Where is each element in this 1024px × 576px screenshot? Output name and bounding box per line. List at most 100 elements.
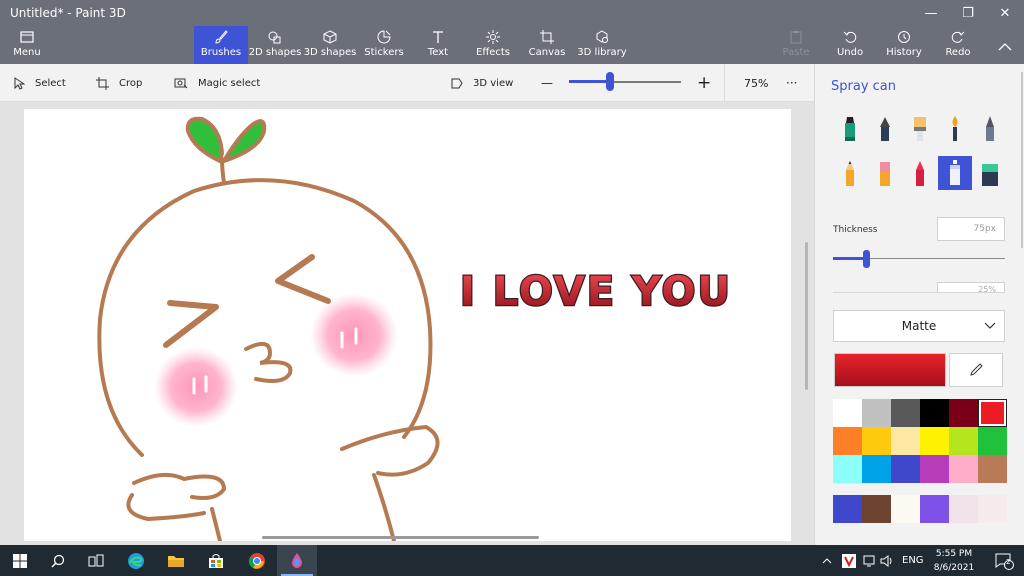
palette-swatch[interactable] bbox=[833, 455, 862, 483]
zoom-level[interactable]: 75% bbox=[744, 64, 768, 102]
volume-tray-button[interactable] bbox=[880, 545, 894, 576]
horizontal-scrollbar[interactable] bbox=[262, 536, 539, 539]
spray-can-button[interactable] bbox=[938, 156, 972, 190]
antivirus-tray-button[interactable] bbox=[842, 545, 856, 576]
show-hidden-icons-button[interactable] bbox=[822, 545, 832, 576]
blush-right bbox=[310, 293, 398, 377]
tab-text[interactable]: Text bbox=[418, 26, 458, 64]
search-button[interactable] bbox=[38, 545, 78, 576]
custom-color-swatch[interactable] bbox=[978, 495, 1007, 523]
history-button[interactable]: History bbox=[884, 26, 924, 64]
clock[interactable]: 5:55 PM 8/6/2021 bbox=[926, 547, 982, 575]
3d-view-label: 3D view bbox=[473, 77, 514, 89]
tab-text-label: Text bbox=[427, 47, 449, 58]
task-view-button[interactable] bbox=[76, 545, 116, 576]
palette-swatch[interactable] bbox=[862, 399, 891, 427]
tab-2d-shapes[interactable]: 2D shapes bbox=[249, 26, 301, 64]
undo-icon bbox=[843, 28, 857, 46]
tab-stickers[interactable]: Stickers bbox=[362, 26, 406, 64]
palette-swatch[interactable] bbox=[862, 455, 891, 483]
edge-taskbar-button[interactable] bbox=[116, 545, 156, 576]
crop-tool[interactable]: Crop bbox=[96, 64, 142, 102]
paste-button[interactable]: Paste bbox=[778, 26, 814, 64]
palette-swatch[interactable] bbox=[949, 455, 978, 483]
palette-swatch[interactable] bbox=[920, 399, 949, 427]
fill-bucket-icon bbox=[982, 164, 998, 186]
panel-scrollbar[interactable] bbox=[1021, 72, 1023, 248]
thickness-input[interactable]: 75px bbox=[937, 217, 1005, 241]
file-explorer-taskbar-button[interactable] bbox=[156, 545, 196, 576]
palette-swatch[interactable] bbox=[862, 427, 891, 455]
palette-swatch[interactable] bbox=[833, 399, 862, 427]
pencil-button[interactable] bbox=[835, 159, 865, 189]
custom-color-swatch[interactable] bbox=[891, 495, 920, 523]
pixel-pen-button[interactable] bbox=[975, 114, 1005, 144]
close-button[interactable]: ✕ bbox=[982, 0, 1024, 26]
notification-icon bbox=[995, 553, 1014, 570]
palette-swatch[interactable] bbox=[920, 455, 949, 483]
opacity-input[interactable]: 25% bbox=[937, 282, 1005, 292]
tab-brushes-label: Brushes bbox=[200, 47, 242, 58]
brush-icon bbox=[214, 28, 228, 46]
palette-swatch[interactable] bbox=[978, 455, 1007, 483]
tab-effects[interactable]: Effects bbox=[472, 26, 514, 64]
custom-color-swatch[interactable] bbox=[920, 495, 949, 523]
crayon-button[interactable] bbox=[905, 159, 935, 189]
3d-view-toggle[interactable]: 3D view bbox=[450, 64, 513, 102]
redo-label: Redo bbox=[945, 47, 971, 58]
fill-bucket-button[interactable] bbox=[975, 159, 1005, 189]
select-tool[interactable]: Select bbox=[14, 64, 66, 102]
thickness-slider-thumb[interactable] bbox=[863, 250, 870, 268]
watercolor-brush-button[interactable] bbox=[940, 114, 970, 144]
palette-swatch[interactable] bbox=[949, 427, 978, 455]
library-icon bbox=[595, 28, 609, 46]
zoom-in-button[interactable]: + bbox=[697, 64, 711, 102]
drawing-canvas[interactable]: I LOVE YOU bbox=[24, 109, 791, 541]
start-button[interactable] bbox=[0, 545, 40, 576]
palette-swatch[interactable] bbox=[978, 427, 1007, 455]
oil-brush-button[interactable] bbox=[905, 114, 935, 144]
network-tray-button[interactable] bbox=[862, 545, 876, 576]
palette-swatch[interactable] bbox=[891, 427, 920, 455]
vertical-scrollbar[interactable] bbox=[805, 242, 808, 390]
cube-icon bbox=[323, 28, 337, 46]
palette-swatch[interactable] bbox=[978, 399, 1007, 427]
store-taskbar-button[interactable] bbox=[196, 545, 236, 576]
eyedropper-button[interactable] bbox=[949, 353, 1003, 387]
windows-logo-icon bbox=[13, 553, 27, 568]
tab-brushes[interactable]: Brushes bbox=[194, 26, 248, 64]
thickness-slider-fill bbox=[833, 257, 867, 260]
language-indicator[interactable]: ENG bbox=[902, 545, 924, 576]
tab-canvas[interactable]: Canvas bbox=[528, 26, 566, 64]
undo-button[interactable]: Undo bbox=[832, 26, 868, 64]
more-options-button[interactable]: ··· bbox=[786, 64, 797, 102]
calligraphy-pen-button[interactable] bbox=[870, 114, 900, 144]
crop-icon bbox=[96, 76, 109, 90]
magic-select-tool[interactable]: Magic select bbox=[174, 64, 260, 102]
zoom-slider-thumb[interactable] bbox=[606, 72, 614, 91]
palette-swatch[interactable] bbox=[891, 455, 920, 483]
eraser-button[interactable] bbox=[870, 159, 900, 189]
collapse-ribbon-button[interactable] bbox=[992, 26, 1018, 64]
redo-button[interactable]: Redo bbox=[942, 26, 974, 64]
menu-button[interactable]: Menu bbox=[6, 26, 48, 64]
zoom-out-button[interactable]: — bbox=[541, 64, 553, 102]
chrome-taskbar-button[interactable] bbox=[237, 545, 277, 576]
speaker-icon bbox=[880, 554, 892, 567]
marker-brush-button[interactable] bbox=[835, 114, 865, 144]
palette-swatch[interactable] bbox=[891, 399, 920, 427]
finish-dropdown[interactable]: Matte bbox=[833, 310, 1005, 342]
custom-color-swatch[interactable] bbox=[949, 495, 978, 523]
palette-swatch[interactable] bbox=[833, 427, 862, 455]
custom-color-swatch[interactable] bbox=[862, 495, 891, 523]
palette-swatch[interactable] bbox=[949, 399, 978, 427]
current-color-swatch[interactable] bbox=[834, 353, 946, 387]
spray-can-icon bbox=[950, 160, 960, 185]
palette-swatch[interactable] bbox=[920, 427, 949, 455]
custom-color-swatch[interactable] bbox=[833, 495, 862, 523]
tab-3d-shapes[interactable]: 3D shapes bbox=[304, 26, 356, 64]
notification-center-button[interactable]: 2 bbox=[984, 545, 1024, 576]
tab-3d-library[interactable]: 3D library bbox=[577, 26, 627, 64]
paint-3d-taskbar-button[interactable] bbox=[277, 545, 317, 576]
blush-left bbox=[154, 347, 238, 427]
